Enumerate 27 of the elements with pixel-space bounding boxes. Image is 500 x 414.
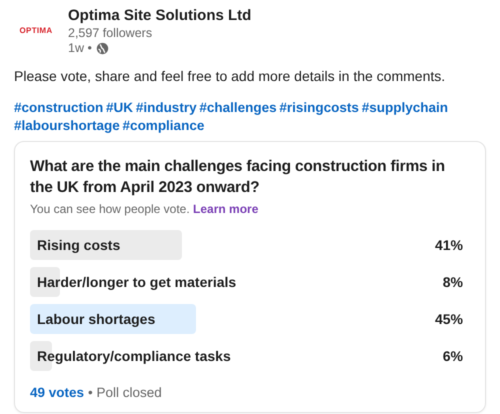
company-logo[interactable]: OPTIMA [14, 8, 58, 52]
option-label: Labour shortages [36, 311, 156, 327]
hashtag-link[interactable]: #risingcosts [279, 100, 359, 115]
option-percent: 8% [442, 274, 464, 290]
post-time: 1w • [68, 41, 92, 55]
hashtag-link[interactable]: #compliance [122, 118, 204, 133]
option-label: Regulatory/compliance tasks [36, 348, 232, 364]
option-percent: 45% [434, 311, 464, 327]
option-percent: 6% [442, 348, 464, 364]
hashtag-link[interactable]: #industry [136, 100, 197, 115]
poll-question: What are the main challenges facing construction firms in the UK from April 2023 onward? [30, 157, 446, 198]
globe-icon [96, 42, 109, 54]
option-percent: 41% [434, 237, 464, 253]
follower-count: 2,597 followers [68, 25, 154, 41]
hashtag-link[interactable]: #labourshortage [14, 118, 120, 133]
option-label: Rising costs [36, 237, 122, 253]
hashtag-link[interactable]: #construction [14, 100, 104, 115]
author-name[interactable]: Optima Site Solutions Ltd [68, 6, 252, 25]
hashtag-link[interactable]: #supplychain [362, 100, 448, 115]
vote-count-link[interactable]: 49 votes [30, 385, 84, 400]
post-text: Please vote, share and feel free to add more details in the comments. [14, 67, 446, 85]
hashtag-link[interactable]: #challenges [199, 100, 277, 115]
learn-more-link[interactable]: Learn more [193, 202, 258, 216]
option-label: Harder/longer to get materials [36, 274, 238, 290]
visibility-note: You can see how people vote. [30, 202, 190, 216]
hashtag-link[interactable]: #UK [106, 100, 134, 115]
poll-status: • Poll closed [88, 385, 162, 400]
